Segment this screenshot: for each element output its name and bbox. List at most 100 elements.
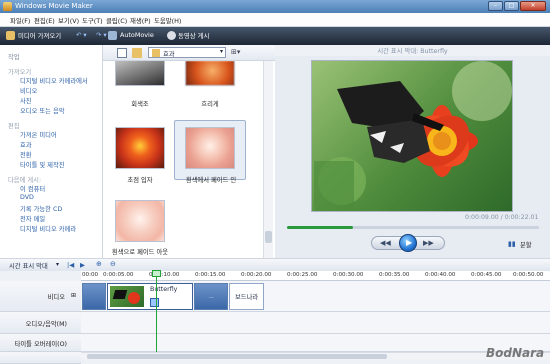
zoom-out-icon[interactable]: ⊖ [110, 260, 116, 268]
undo-icon[interactable]: ↶ ▾ [76, 31, 87, 39]
audio-track[interactable] [81, 312, 550, 334]
link-video[interactable]: 비디오 [20, 86, 37, 95]
effect-grayscale-thumb[interactable] [115, 61, 165, 86]
task-pane-toggle-icon[interactable] [117, 48, 127, 58]
collection-dropdown[interactable]: 효과 ▾ [148, 47, 226, 58]
effect-fade-out-white-label: 흰색으로 페이드 아웃 [111, 249, 169, 256]
link-email[interactable]: 전자 메일 [20, 214, 45, 223]
video-clip-3[interactable]: ... [194, 283, 228, 310]
publish-button[interactable]: 동영상 게시 [178, 31, 209, 40]
minimize-button[interactable]: – [488, 1, 503, 11]
task-pane: 작업 가져오기 디지털 비디오 카메라에서 비디오 사진 오디오 또는 음악 편… [0, 45, 103, 258]
movie-maker-icon [3, 2, 12, 11]
effect-fade-in-white-thumb[interactable] [185, 127, 235, 169]
view-options-icon[interactable]: ⊞▾ [231, 48, 240, 56]
playhead[interactable] [156, 271, 157, 352]
zoom-in-icon[interactable]: ⊕ [96, 260, 102, 268]
automovie-button[interactable]: AutoMovie [120, 31, 154, 39]
preview-pane: 0:00:09.00 / 0:00:22.01 ◀◀ ▶▶ ▶ ▮▮ 분할 [275, 56, 550, 258]
close-button[interactable]: ✕ [520, 1, 546, 11]
ruler-tick: 0:00:50.00 [513, 272, 544, 278]
collection-dropdown-value: 효과 [163, 51, 175, 58]
link-from-camera[interactable]: 디지털 비디오 카메라에서 [20, 76, 88, 85]
ruler-tick: 0:00:30.00 [333, 272, 364, 278]
track-label-video[interactable]: 비디오 ⊞ [0, 281, 81, 312]
clip-thumbnail [110, 286, 144, 307]
maximize-button[interactable]: □ [504, 1, 519, 11]
link-imported-media[interactable]: 가져온 미디어 [20, 130, 57, 139]
link-dv-camera[interactable]: 디지털 비디오 카메라 [20, 224, 76, 233]
link-audio-music[interactable]: 오디오 또는 음악 [20, 106, 65, 115]
chevron-down-icon[interactable]: ▾ [56, 261, 59, 268]
effect-blur-thumb[interactable] [185, 61, 235, 86]
track-label-audio[interactable]: 오디오/음악(M) [0, 312, 81, 334]
section-import-header: 가져오기 [8, 69, 32, 76]
menu-view[interactable]: 보기(V) [58, 16, 79, 25]
link-dvd[interactable]: DVD [20, 194, 34, 201]
video-track[interactable]: Butterfly ... 보드나라 [81, 281, 550, 312]
timeline-view-dropdown[interactable]: 시간 표시 막대 [9, 261, 48, 270]
rewind-icon[interactable]: |◀ [67, 261, 74, 269]
seek-progress [287, 226, 353, 229]
collection-pane: 회색조 흐리게 초점 입자 흰색에서 페이드 인 흰색으로 페이드 아웃 [103, 61, 275, 258]
ruler-tick: 0:00:05.00 [103, 272, 134, 278]
menu-bar: 파일(F) 편집(E) 보기(V) 도구(T) 클립(C) 재생(P) 도움말(… [0, 13, 550, 27]
menu-clip[interactable]: 클립(C) [106, 16, 127, 25]
redo-icon[interactable]: ↷ ▾ [96, 31, 107, 39]
split-button[interactable]: 분할 [520, 240, 532, 249]
playhead-handle[interactable] [152, 270, 161, 277]
split-icon[interactable]: ▮▮ [508, 240, 516, 248]
task-pane-title: 작업 [8, 54, 20, 61]
effect-fade-out-white-thumb[interactable] [115, 200, 165, 242]
effect-fade-in-white-label: 흰색에서 페이드 인 [185, 177, 237, 184]
toolbar: 미디어 가져오기 ↶ ▾ ↷ ▾ AutoMovie 동영상 게시 [0, 27, 550, 45]
expand-icon[interactable]: ⊞ [71, 292, 76, 299]
link-photos[interactable]: 사진 [20, 96, 32, 105]
previous-frame-icon[interactable]: ◀◀ [380, 239, 391, 247]
menu-file[interactable]: 파일(F) [10, 16, 30, 25]
section-publish-header: 다음에 게시: [8, 177, 42, 184]
scrollbar-thumb[interactable] [87, 354, 387, 359]
ruler-tick: 00:00 [82, 272, 99, 278]
ruler-tick: 0:00:35.00 [379, 272, 410, 278]
timeline-scrollbar[interactable] [81, 352, 550, 360]
title-clip-bodnara[interactable]: 보드나라 [229, 283, 264, 310]
effect-grain-thumb[interactable] [115, 127, 165, 169]
next-frame-icon[interactable]: ▶▶ [423, 239, 434, 247]
link-recordable-cd[interactable]: 기록 가능한 CD [20, 204, 62, 213]
title-overlay-track[interactable] [81, 334, 550, 352]
preview-screen [311, 60, 513, 212]
preview-timecode: 0:00:09.00 / 0:00:22.01 [465, 214, 539, 221]
play-timeline-icon[interactable]: ▶ [80, 261, 85, 269]
import-media-button[interactable]: 미디어 가져오기 [18, 31, 61, 40]
collection-scrollbar[interactable] [263, 61, 273, 258]
publish-icon [167, 31, 176, 40]
menu-tools[interactable]: 도구(T) [82, 16, 103, 25]
ruler-tick: 0:00:15.00 [195, 272, 226, 278]
video-clip-butterfly[interactable]: Butterfly [107, 283, 193, 310]
link-transitions[interactable]: 전환 [20, 150, 32, 159]
play-button[interactable]: ▶ [399, 234, 417, 252]
track-label-title-overlay[interactable]: 타이틀 오버레이(O) [0, 334, 81, 352]
track-label-video-text: 비디오 [47, 294, 65, 301]
track-label-spacer [0, 352, 81, 364]
menu-help[interactable]: 도움말(H) [154, 16, 181, 25]
section-edit-header: 편집 [8, 123, 20, 130]
ruler-tick: 0:00:25.00 [287, 272, 318, 278]
track-label-title-text: 타이틀 오버레이(O) [14, 341, 67, 348]
video-clip-1[interactable] [82, 283, 106, 310]
scrollbar-thumb[interactable] [265, 231, 272, 243]
link-titles-credits[interactable]: 타이틀 및 제작진 [20, 160, 65, 169]
preview-seek-bar[interactable] [287, 226, 539, 229]
app-window: Windows Movie Maker – □ ✕ 파일(F) 편집(E) 보기… [0, 0, 550, 364]
play-icon: ▶ [406, 238, 413, 247]
menu-play[interactable]: 재생(P) [130, 16, 151, 25]
collections-icon[interactable] [132, 48, 142, 58]
title-bar: Windows Movie Maker – □ ✕ [0, 0, 550, 13]
link-effects[interactable]: 효과 [20, 140, 32, 149]
folder-icon [152, 49, 160, 57]
menu-edit[interactable]: 편집(E) [34, 16, 55, 25]
ruler-tick: 0:00:45.00 [471, 272, 502, 278]
transition-star-icon[interactable] [150, 298, 159, 307]
link-this-computer[interactable]: 이 컴퓨터 [20, 184, 45, 193]
